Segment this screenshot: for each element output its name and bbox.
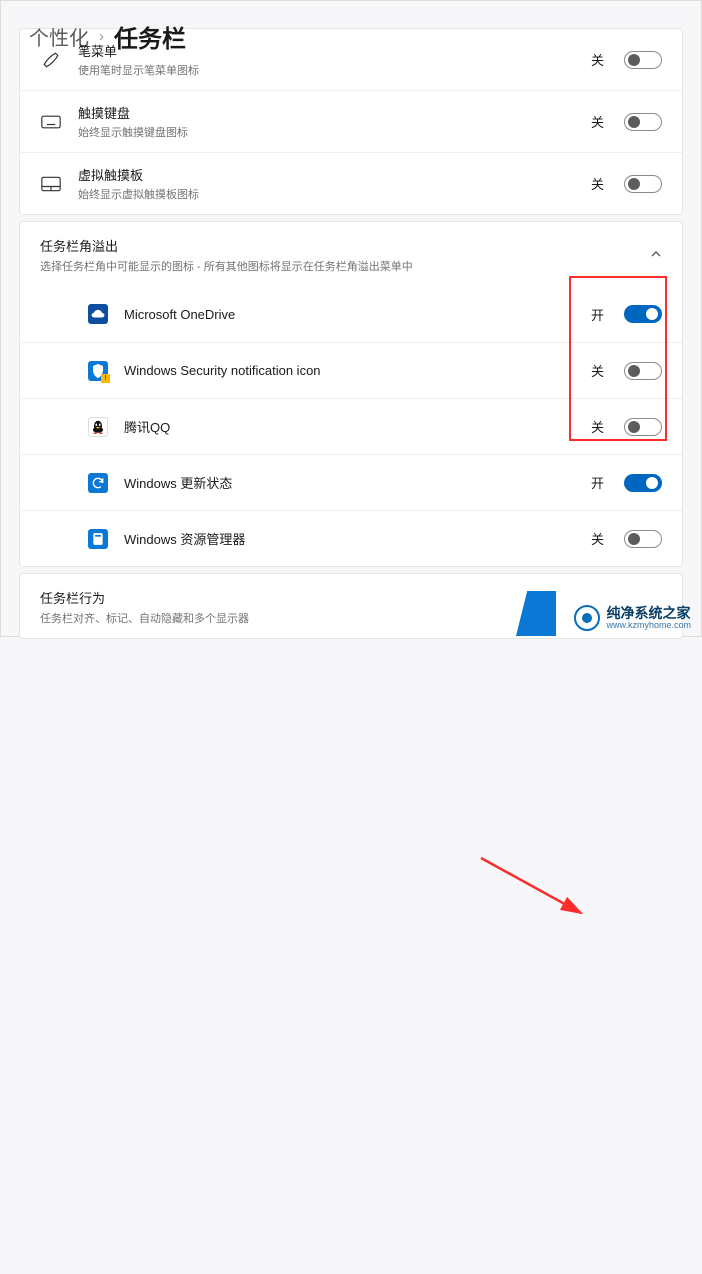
shield-icon: ! xyxy=(88,361,108,381)
section-title: 任务栏角溢出 xyxy=(40,236,662,255)
section-title: 任务栏行为 xyxy=(40,588,662,607)
explorer-icon xyxy=(88,529,108,549)
row-title: 虚拟触摸板 xyxy=(78,165,575,184)
app-title: Windows 资源管理器 xyxy=(124,529,575,548)
app-title: Microsoft OneDrive xyxy=(124,307,575,322)
onedrive-icon xyxy=(88,304,108,324)
row-qq[interactable]: 腾讯QQ 关 xyxy=(20,398,682,454)
toggle-state-label: 关 xyxy=(591,417,604,436)
row-title: 触摸键盘 xyxy=(78,103,575,122)
app-title: 腾讯QQ xyxy=(124,417,575,436)
touchpad-icon xyxy=(40,173,62,195)
row-windows-update[interactable]: Windows 更新状态 开 xyxy=(20,454,682,510)
toggle-state-label: 关 xyxy=(591,174,604,193)
row-touch-keyboard[interactable]: 触摸键盘 始终显示触摸键盘图标 关 xyxy=(20,90,682,152)
toggle-state-label: 开 xyxy=(591,473,604,492)
keyboard-icon xyxy=(40,111,62,133)
taskbar-overflow-card: 任务栏角溢出 选择任务栏角中可能显示的图标 - 所有其他图标将显示在任务栏角溢出… xyxy=(19,221,683,567)
row-subtitle: 始终显示虚拟触摸板图标 xyxy=(78,186,575,202)
watermark-url: www.kzmyhome.com xyxy=(606,620,691,630)
toggle-virtual-touchpad[interactable] xyxy=(624,175,662,193)
toggle-explorer[interactable] xyxy=(624,530,662,548)
annotation-arrow xyxy=(1,645,702,1274)
toggle-state-label: 关 xyxy=(591,361,604,380)
row-subtitle: 始终显示触摸键盘图标 xyxy=(78,124,575,140)
qq-icon xyxy=(88,417,108,437)
watermark: 纯净系统之家 www.kzmyhome.com xyxy=(574,605,691,631)
toggle-state-label: 关 xyxy=(591,50,604,69)
section-subtitle: 任务栏对齐、标记、自动隐藏和多个显示器 xyxy=(40,610,662,626)
row-subtitle: 使用笔时显示笔菜单图标 xyxy=(78,62,575,78)
toggle-touch-keyboard[interactable] xyxy=(624,113,662,131)
toggle-pen-menu[interactable] xyxy=(624,51,662,69)
section-subtitle: 选择任务栏角中可能显示的图标 - 所有其他图标将显示在任务栏角溢出菜单中 xyxy=(40,258,662,274)
overflow-section-header[interactable]: 任务栏角溢出 选择任务栏角中可能显示的图标 - 所有其他图标将显示在任务栏角溢出… xyxy=(20,222,682,286)
update-icon xyxy=(88,473,108,493)
row-explorer[interactable]: Windows 资源管理器 关 xyxy=(20,510,682,566)
chevron-up-icon xyxy=(650,248,662,260)
toggle-security[interactable] xyxy=(624,362,662,380)
row-onedrive[interactable]: Microsoft OneDrive 开 xyxy=(20,286,682,342)
toggle-state-label: 开 xyxy=(591,305,604,324)
watermark-text: 纯净系统之家 xyxy=(606,606,691,620)
pen-icon xyxy=(40,49,62,71)
toggle-windows-update[interactable] xyxy=(624,474,662,492)
toggle-state-label: 关 xyxy=(591,112,604,131)
taskbar-corner-icons-card: 笔菜单 使用笔时显示笔菜单图标 关 触摸键盘 始终显示触摸键盘图标 关 虚拟触摸… xyxy=(19,28,683,215)
toggle-qq[interactable] xyxy=(624,418,662,436)
row-virtual-touchpad[interactable]: 虚拟触摸板 始终显示虚拟触摸板图标 关 xyxy=(20,152,682,214)
toggle-onedrive[interactable] xyxy=(624,305,662,323)
row-security[interactable]: ! Windows Security notification icon 关 xyxy=(20,342,682,398)
toggle-state-label: 关 xyxy=(591,529,604,548)
watermark-logo-icon xyxy=(574,605,600,631)
app-title: Windows 更新状态 xyxy=(124,473,575,492)
row-title: 笔菜单 xyxy=(78,41,575,60)
app-title: Windows Security notification icon xyxy=(124,363,575,378)
